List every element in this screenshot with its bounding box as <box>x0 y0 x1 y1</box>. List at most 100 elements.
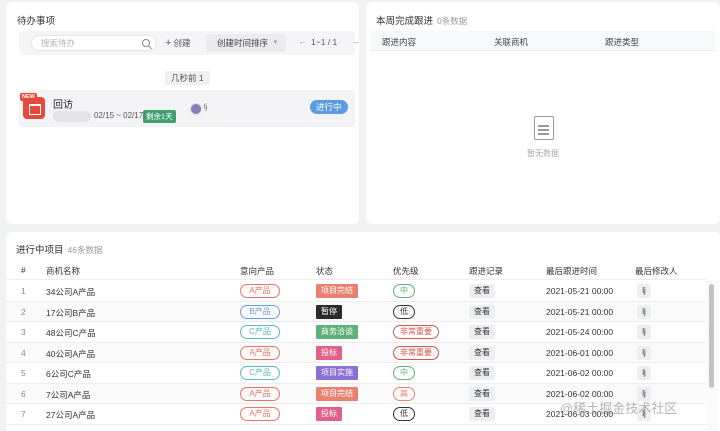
view-record-button[interactable]: 查看 <box>469 304 495 319</box>
status-tag: 投标 <box>316 407 342 421</box>
plus-icon: + <box>165 37 172 49</box>
column-header: # <box>21 265 26 275</box>
page-prev-button[interactable]: ← <box>298 36 307 46</box>
todo-item[interactable]: NEW 回访 02/15 ~ 02/17 剩余1天 lj 进行中 <box>19 90 355 127</box>
last-followup-time: 2021-06-02 00:00 <box>546 388 614 399</box>
blurred-text <box>53 111 91 122</box>
empty-document-icon <box>534 116 554 140</box>
week-title: 本周完成跟进 0条数据 <box>376 13 467 27</box>
opportunity-name[interactable]: 48公司C产品 <box>46 327 96 339</box>
last-followup-time: 2021-05-24 00:00 <box>546 327 614 337</box>
search-icon[interactable] <box>142 39 150 47</box>
column-header: 状态 <box>316 266 334 276</box>
status-tag: 项目实施 <box>316 366 358 380</box>
todo-item-date: 02/15 ~ 02/17 <box>94 111 144 120</box>
column-header: 关联商机 <box>494 37 529 47</box>
row-index: 4 <box>21 347 26 358</box>
opportunity-name[interactable]: 7公司A产品 <box>46 389 90 401</box>
column-header: 最后修改人 <box>635 266 678 276</box>
table-header: # 商机名称 意向产品 状态 优先级 跟进记录 最后跟进时间 最后修改人 <box>6 260 706 280</box>
search-input[interactable] <box>41 37 141 49</box>
view-record-button[interactable]: 查看 <box>469 284 495 298</box>
table-row[interactable]: 5 6公司C产品 C产品 项目实施 中 查看 2021-06-02 00:00 lj <box>6 363 706 384</box>
todo-card: 待办事项 +创建 创建时间排序 ▾ ← 1~1 / 1 → 几秒前 1 NEW 回… <box>6 2 360 224</box>
new-badge: NEW <box>20 93 37 101</box>
column-header: 商机名称 <box>46 266 81 276</box>
view-record-button[interactable]: 查看 <box>469 345 495 360</box>
calendar-icon: NEW <box>20 93 45 119</box>
column-header: 跟进内容 <box>382 37 417 47</box>
priority-tag: 非常重要 <box>393 345 439 360</box>
last-followup-time: 2021-06-02 00:00 <box>546 368 614 378</box>
status-tag: 商务洽谈 <box>316 325 358 339</box>
table-row[interactable]: 4 40公司A产品 A产品 投标 非常重要 查看 2021-06-01 00:00 lj <box>6 342 706 363</box>
table-row[interactable]: 3 48公司C产品 C产品 商务洽谈 非常重要 查看 2021-05-24 00:00 lj <box>6 322 706 343</box>
scrollbar-thumb[interactable] <box>709 284 714 388</box>
opportunity-name[interactable]: 17公司B产品 <box>46 307 95 319</box>
opportunity-name[interactable]: 27公司A产品 <box>46 409 95 421</box>
week-title-text: 本周完成跟进 <box>376 16 434 27</box>
priority-tag: 中 <box>393 284 415 298</box>
last-followup-time: 2021-05-21 00:00 <box>546 306 614 317</box>
create-label: 创建 <box>173 38 191 48</box>
chevron-down-icon: ▾ <box>273 39 277 46</box>
view-record-button[interactable]: 查看 <box>469 366 495 380</box>
priority-tag: 中 <box>393 366 415 380</box>
product-tag: C产品 <box>240 325 280 339</box>
todo-item-title: 回访 <box>53 100 73 111</box>
column-header: 优先级 <box>393 266 419 276</box>
opportunity-name[interactable]: 6公司C产品 <box>46 368 91 380</box>
todo-title: 待办事项 <box>17 16 56 27</box>
priority-tag: 非常重要 <box>393 325 439 339</box>
row-index: 3 <box>21 327 26 337</box>
row-index: 7 <box>21 409 26 419</box>
search-box[interactable] <box>31 35 157 51</box>
todo-toolbar: +创建 创建时间排序 ▾ ← 1~1 / 1 → <box>19 31 360 55</box>
product-tag: B产品 <box>240 304 280 319</box>
view-record-button[interactable]: 查看 <box>469 325 495 339</box>
column-header: 最后跟进时间 <box>546 266 598 276</box>
view-record-button[interactable]: 查看 <box>469 407 495 421</box>
row-index: 5 <box>21 368 26 378</box>
empty-text: 暂无数据 <box>527 149 559 158</box>
opportunity-name[interactable]: 34公司A产品 <box>46 286 95 298</box>
last-followup-time: 2021-06-01 00:00 <box>546 347 614 358</box>
product-tag: A产品 <box>240 345 280 360</box>
status-tag: 项目完结 <box>316 386 358 401</box>
table-row[interactable]: 2 17公司B产品 B产品 暂停 低 查看 2021-05-21 00:00 lj <box>6 301 706 322</box>
editor-badge: lj <box>637 284 651 298</box>
week-card: 本周完成跟进 0条数据 跟进内容 关联商机 跟进类型 暂无数据 <box>366 2 720 224</box>
watermark: @稀土掘金技术社区 <box>560 401 678 416</box>
product-tag: C产品 <box>240 366 280 380</box>
view-record-button[interactable]: 查看 <box>469 386 495 401</box>
status-tag: 暂停 <box>316 304 342 319</box>
table-row[interactable]: 1 34公司A产品 A产品 项目完结 中 查看 2021-05-21 00:00 lj <box>6 281 706 302</box>
page-next-button[interactable]: → <box>351 36 360 46</box>
opportunity-name[interactable]: 40公司A产品 <box>46 348 95 360</box>
remain-tag: 剩余1天 <box>143 110 176 123</box>
status-badge[interactable]: 进行中 <box>310 100 348 114</box>
editor-badge: lj <box>637 304 651 319</box>
member-name: lj <box>204 104 208 111</box>
product-tag: A产品 <box>240 386 280 401</box>
editor-badge: lj <box>637 325 651 339</box>
sort-select[interactable]: 创建时间排序 ▾ <box>206 34 286 52</box>
row-index: 6 <box>21 388 26 399</box>
priority-tag: 低 <box>393 304 415 319</box>
column-header: 跟进类型 <box>605 37 640 47</box>
week-table-header: 跟进内容 关联商机 跟进类型 <box>370 31 716 51</box>
column-header: 跟进记录 <box>469 266 504 276</box>
week-count: 0条数据 <box>437 16 468 26</box>
priority-tag: 高 <box>393 386 415 401</box>
projects-title: 进行中项目 46条数据 <box>16 242 102 256</box>
avatar <box>190 103 202 115</box>
create-button[interactable]: + 创建 <box>165 36 190 50</box>
last-followup-time: 2021-05-21 00:00 <box>546 286 614 296</box>
column-header: 意向产品 <box>240 266 275 276</box>
editor-badge: lj <box>637 366 651 380</box>
projects-title-text: 进行中项目 <box>16 245 64 256</box>
sort-label: 创建时间排序 <box>217 38 269 48</box>
row-index: 1 <box>21 286 26 296</box>
product-tag: A产品 <box>240 284 280 298</box>
row-index: 2 <box>21 306 26 317</box>
